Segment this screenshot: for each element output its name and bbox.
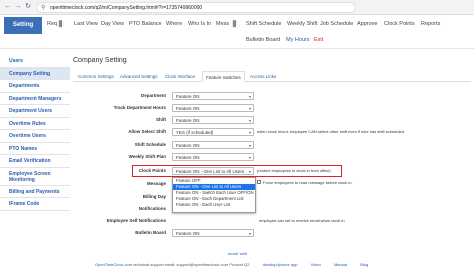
note-employee-self-notifications: employee can set to receive email when c…	[259, 218, 345, 223]
browser-toolbar: ← → ↻ ⚲ openttimeclock.com/q2/m/CompanyS…	[0, 0, 474, 15]
nav-req[interactable]: Req	[47, 21, 57, 27]
tab-access-links[interactable]: Access Links	[247, 71, 279, 82]
select-allow-select-shift[interactable]: YES (if scheduled) ▾	[172, 128, 254, 136]
select-department[interactable]: Feature ON ▾	[172, 92, 254, 100]
nav-reports[interactable]: Reports	[421, 21, 440, 27]
chevron-down-icon: ▾	[248, 143, 251, 148]
tab-clock-interface[interactable]: Clock Interface	[162, 71, 198, 82]
sidebar-item-company-setting[interactable]: Company Setting	[0, 67, 70, 80]
chevron-down-icon: ▾	[248, 118, 251, 123]
chevron-down-icon: ▾	[248, 106, 251, 111]
sidebar: Users Company Setting Departments Depart…	[0, 55, 70, 211]
label-billing-day: Billing Day	[142, 194, 166, 199]
sidebar-item-pto-names[interactable]: PTO Names	[0, 142, 70, 155]
label-shift: Shift	[156, 117, 166, 122]
nav-my-hours[interactable]: My Hours	[286, 37, 310, 43]
chevron-down-icon: ▾	[248, 231, 251, 236]
nav-message[interactable]: Mess	[216, 21, 229, 27]
forward-icon[interactable]: →	[14, 3, 22, 11]
chevron-down-icon: ▾	[248, 169, 251, 174]
chevron-down-icon: ▾	[248, 155, 251, 160]
select-bulletin-board[interactable]: Feature ON ▾	[172, 229, 254, 237]
note-allow-select-shift: when clock in/out, employee CAN select o…	[257, 129, 404, 134]
tab-feature-switches[interactable]: Feature Switches	[202, 71, 245, 82]
nav-approve[interactable]: Approve	[357, 21, 378, 27]
nav-shift-schedule[interactable]: Shift Schedule	[246, 21, 281, 27]
sidebar-item-iframe-code[interactable]: IFrame Code	[0, 198, 70, 211]
sidebar-item-departments[interactable]: Departments	[0, 80, 70, 93]
nav-last-view[interactable]: Last View	[74, 21, 98, 27]
label-allow-select-shift: Allow Select Shift	[128, 129, 166, 134]
select-weekly-shift-plan[interactable]: Feature ON ▾	[172, 153, 254, 161]
sidebar-item-employee-screen-monitoring[interactable]: Employee Screen Monitoring	[0, 167, 70, 186]
message-icon: ▮	[232, 18, 237, 28]
select-clock-points[interactable]: Feature ON - One List to All Users ▾	[172, 167, 254, 175]
footer-product: Product Q2	[229, 262, 250, 267]
footer-site-link[interactable]: OpenTimeClock.com	[95, 262, 132, 267]
request-icon: ▮	[58, 18, 63, 28]
nav-job-schedule[interactable]: Job Schedule	[320, 21, 353, 27]
dropdown-option[interactable]: Feature ON - Each User List	[173, 202, 255, 208]
footer-support: technical support email: support@opentim…	[133, 262, 229, 267]
nav-day-view[interactable]: Day View	[101, 21, 124, 27]
address-url: openttimeclock.com/q2/m/CompanySetting.h…	[50, 5, 203, 11]
nav-clock-points[interactable]: Clock Points	[384, 21, 415, 27]
nav-who-is-in[interactable]: Who Is In	[188, 21, 211, 27]
tab-common-settings[interactable]: Common Settings	[75, 71, 117, 82]
sidebar-item-overtime-users[interactable]: Overtime Users	[0, 130, 70, 143]
sidebar-item-users[interactable]: Users	[0, 55, 70, 68]
select-shift[interactable]: Feature ON ▾	[172, 116, 254, 124]
lock-icon: ⚲	[41, 5, 46, 11]
footer-email-link[interactable]: email: web	[228, 251, 247, 256]
label-employee-self-notifications: Employee Self Notifications	[106, 218, 166, 223]
sidebar-item-department-users[interactable]: Department Users	[0, 105, 70, 118]
footer: OpenTimeClock.com technical support emai…	[95, 262, 368, 267]
label-clock-points: Clock Points	[138, 168, 166, 173]
nav-exit[interactable]: Exit	[314, 37, 323, 43]
note-message: Force employees to read message before c…	[263, 180, 353, 185]
footer-manual-link[interactable]: Manual	[334, 262, 347, 267]
chevron-down-icon: ▾	[248, 130, 251, 135]
footer-video-link[interactable]: Video	[311, 262, 321, 267]
sidebar-item-email-verification[interactable]: Email Verification	[0, 155, 70, 168]
footer-app-link[interactable]: desktop/iphone app	[263, 262, 298, 267]
back-icon[interactable]: ←	[4, 3, 12, 11]
note-clock-points: (restrict employees to clock in from off…	[257, 168, 331, 173]
address-bar[interactable]: ⚲ openttimeclock.com/q2/m/CompanySetting…	[36, 2, 356, 13]
settings-tabs: Common Settings Advanced Settings Clock …	[73, 71, 471, 82]
sidebar-item-overtime-rules[interactable]: Overtime Rules	[0, 117, 70, 130]
tab-advanced-settings[interactable]: Advanced Settings	[117, 71, 161, 82]
footer-blog-link[interactable]: Blog	[360, 262, 368, 267]
nav-where[interactable]: Where	[166, 21, 182, 27]
nav-bulletin-board[interactable]: Bulletin Board	[246, 37, 280, 43]
select-shift-schedule[interactable]: Feature ON ▾	[172, 141, 254, 149]
label-notifications: Notifications	[138, 206, 166, 211]
top-navigation: Setting ▮ Req Last View Day View PTO Bal…	[0, 15, 474, 49]
label-bulletin-board: Bulletin Board	[135, 230, 166, 235]
sidebar-item-billing-payments[interactable]: Billing and Payments	[0, 185, 70, 198]
nav-weekly-shift[interactable]: Weekly Shift	[287, 21, 317, 27]
label-shift-schedule: Shift Schedule	[134, 142, 166, 147]
setting-logo-button[interactable]: Setting	[4, 17, 42, 34]
clock-points-dropdown: Feature OFF Feature ON - One List to All…	[172, 177, 256, 213]
label-weekly-shift-plan: Weekly Shift Plan	[128, 154, 166, 159]
chevron-down-icon: ▾	[248, 94, 251, 99]
label-track-department-hours: Track Department Hours	[113, 105, 166, 110]
sidebar-item-department-managers[interactable]: Department Managers	[0, 92, 70, 105]
label-message: Message	[146, 181, 166, 186]
page-title: Company Setting	[73, 57, 127, 64]
select-track-department-hours[interactable]: Feature ON ▾	[172, 104, 254, 112]
nav-pto-balance[interactable]: PTO Balance	[129, 21, 162, 27]
label-department: Department	[140, 93, 166, 98]
force-read-message-checkbox[interactable]	[257, 180, 261, 184]
reload-icon[interactable]: ↻	[24, 3, 32, 11]
